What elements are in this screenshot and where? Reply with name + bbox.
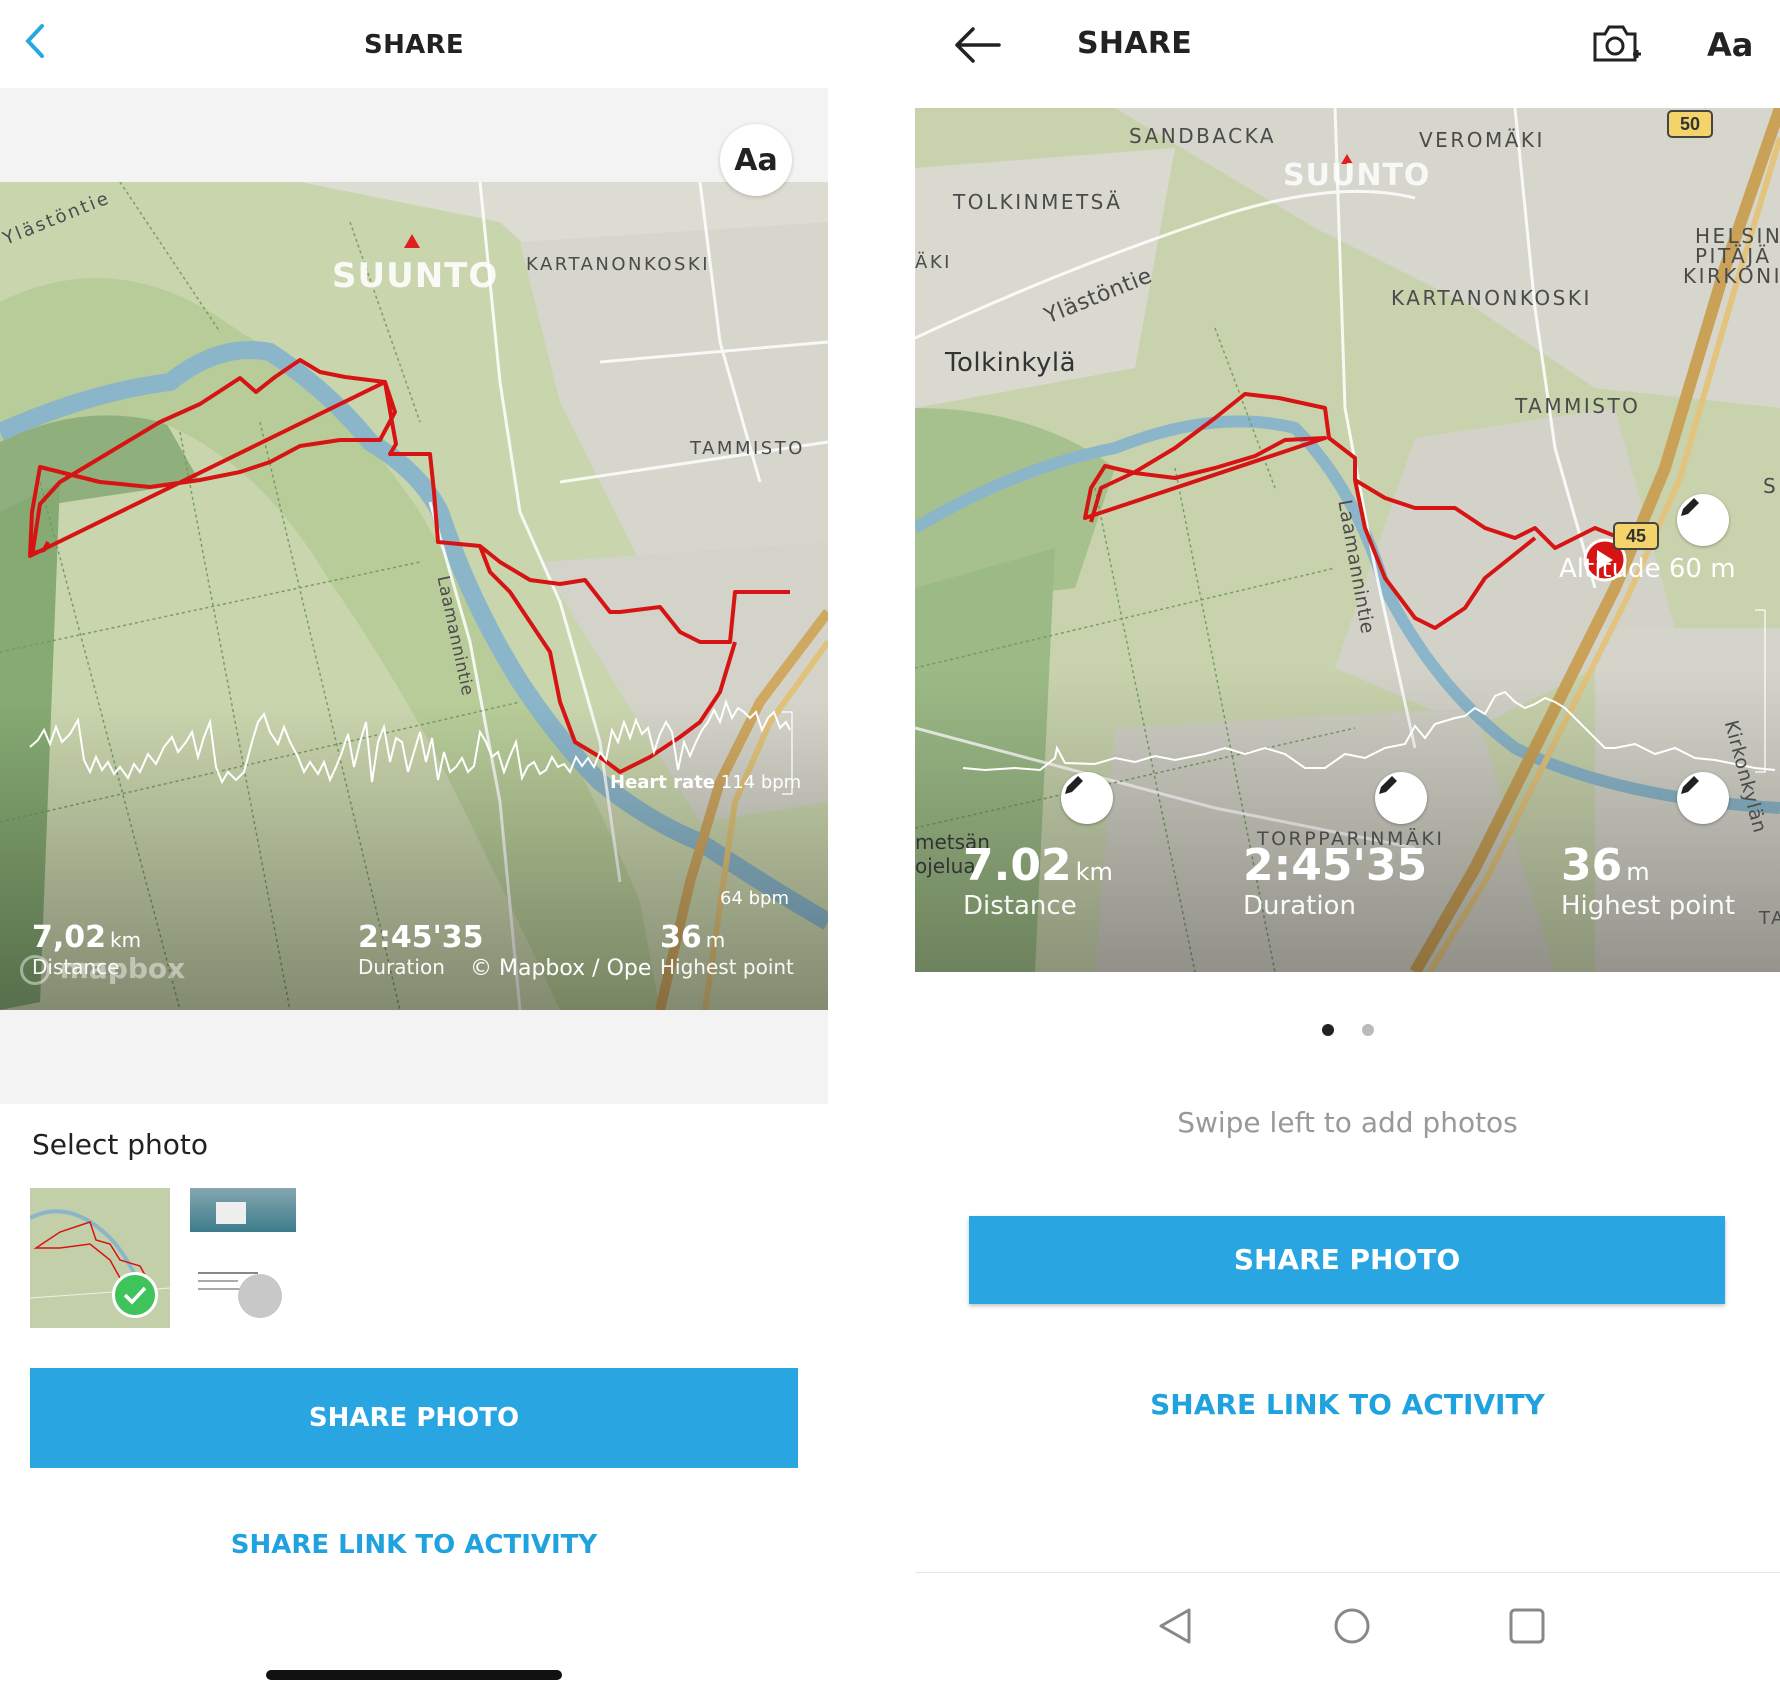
page-title: SHARE <box>364 30 464 60</box>
road-badge: 50 <box>1667 110 1713 138</box>
selected-check-icon <box>112 1272 158 1318</box>
map-place-label: Tolkinkylä <box>945 348 1077 378</box>
photo-thumbnail-map[interactable] <box>30 1188 170 1328</box>
map-place-label: TOLKINMETSÄ <box>953 190 1123 214</box>
pager-dot[interactable] <box>1362 1024 1374 1036</box>
map-place-label: ÄKI <box>915 252 952 273</box>
share-link-button[interactable]: SHARE LINK TO ACTIVITY <box>0 1530 828 1560</box>
stat-highest-point: 36 m Highest point <box>1561 840 1736 921</box>
text-style-button[interactable]: Aa <box>1707 26 1753 64</box>
text-style-button[interactable]: Aa <box>720 124 792 196</box>
map-place-label: S <box>1763 474 1779 498</box>
home-indicator[interactable] <box>266 1670 562 1680</box>
photo-thumbnail-document[interactable] <box>190 1258 296 1320</box>
pager-dot-active[interactable] <box>1322 1024 1334 1036</box>
map-preview: SANDBACKA VEROMÄKI TOLKINMETSÄ Ylästönti… <box>915 108 1780 972</box>
map-place-label: KIRKONI <box>1683 264 1780 288</box>
page-title: SHARE <box>1077 26 1193 61</box>
stat-distance: 7,02 km Distance <box>32 920 142 979</box>
map-preview: Ylästöntie KARTANONKOSKI TAMMISTO Laaman… <box>0 182 828 1010</box>
edit-pencil-icon[interactable] <box>1375 772 1427 824</box>
map-place-label: TAMMISTO <box>690 438 805 459</box>
map-place-label: TA <box>1759 908 1780 929</box>
unselected-circle-icon <box>238 1274 282 1318</box>
map-place-label: KARTANONKOSKI <box>1391 286 1592 310</box>
edit-pencil-icon[interactable] <box>1677 772 1729 824</box>
road-badge: 45 <box>1613 522 1659 550</box>
nav-home-icon[interactable] <box>1332 1606 1372 1651</box>
map-place-label: SANDBACKA <box>1129 124 1277 148</box>
nav-back-icon[interactable] <box>1157 1606 1193 1651</box>
nav-divider <box>915 1572 1780 1573</box>
map-place-label: KARTANONKOSKI <box>526 254 711 275</box>
map-place-label: TAMMISTO <box>1515 394 1641 418</box>
stat-distance: 7.02 km Distance <box>963 840 1113 921</box>
photo-thumbnail-landscape[interactable] <box>190 1188 296 1232</box>
nav-recents-icon[interactable] <box>1507 1606 1547 1651</box>
map-attribution[interactable]: © Mapbox / Ope <box>470 956 651 981</box>
left-share-screen: SHARE Ylästöntie KARTANONKOSKI TAMMISTO … <box>0 0 828 1702</box>
heart-rate-label: Heart rate 114 bpm <box>610 772 802 793</box>
stat-duration: 2:45'35 Duration <box>1243 840 1428 921</box>
edit-pencil-icon[interactable] <box>1061 772 1113 824</box>
share-link-button[interactable]: SHARE LINK TO ACTIVITY <box>915 1388 1780 1421</box>
swipe-hint: Swipe left to add photos <box>1177 1106 1518 1139</box>
suunto-watermark: SUUNTO <box>1283 158 1431 193</box>
share-photo-button[interactable]: SHARE PHOTO <box>30 1368 798 1468</box>
edit-pencil-icon[interactable] <box>1677 494 1729 546</box>
stat-duration: 2:45'35 Duration <box>358 920 484 979</box>
suunto-watermark: SUUNTO <box>332 256 499 296</box>
heart-rate-min-label: 64 bpm <box>720 888 790 909</box>
add-photo-camera-icon[interactable] <box>1591 22 1643 71</box>
stat-highest-point: 36 m Highest point <box>660 920 794 979</box>
back-arrow-icon[interactable] <box>953 24 1003 71</box>
map-place-label: VEROMÄKI <box>1419 128 1545 152</box>
altitude-label: Altitude 60 m <box>1559 554 1736 584</box>
share-photo-button[interactable]: SHARE PHOTO <box>969 1216 1725 1304</box>
right-share-screen: SHARE Aa SANDBACKA VEROMÄKI TOLKINMETSÄ … <box>915 0 1780 1702</box>
select-photo-title: Select photo <box>32 1128 209 1161</box>
